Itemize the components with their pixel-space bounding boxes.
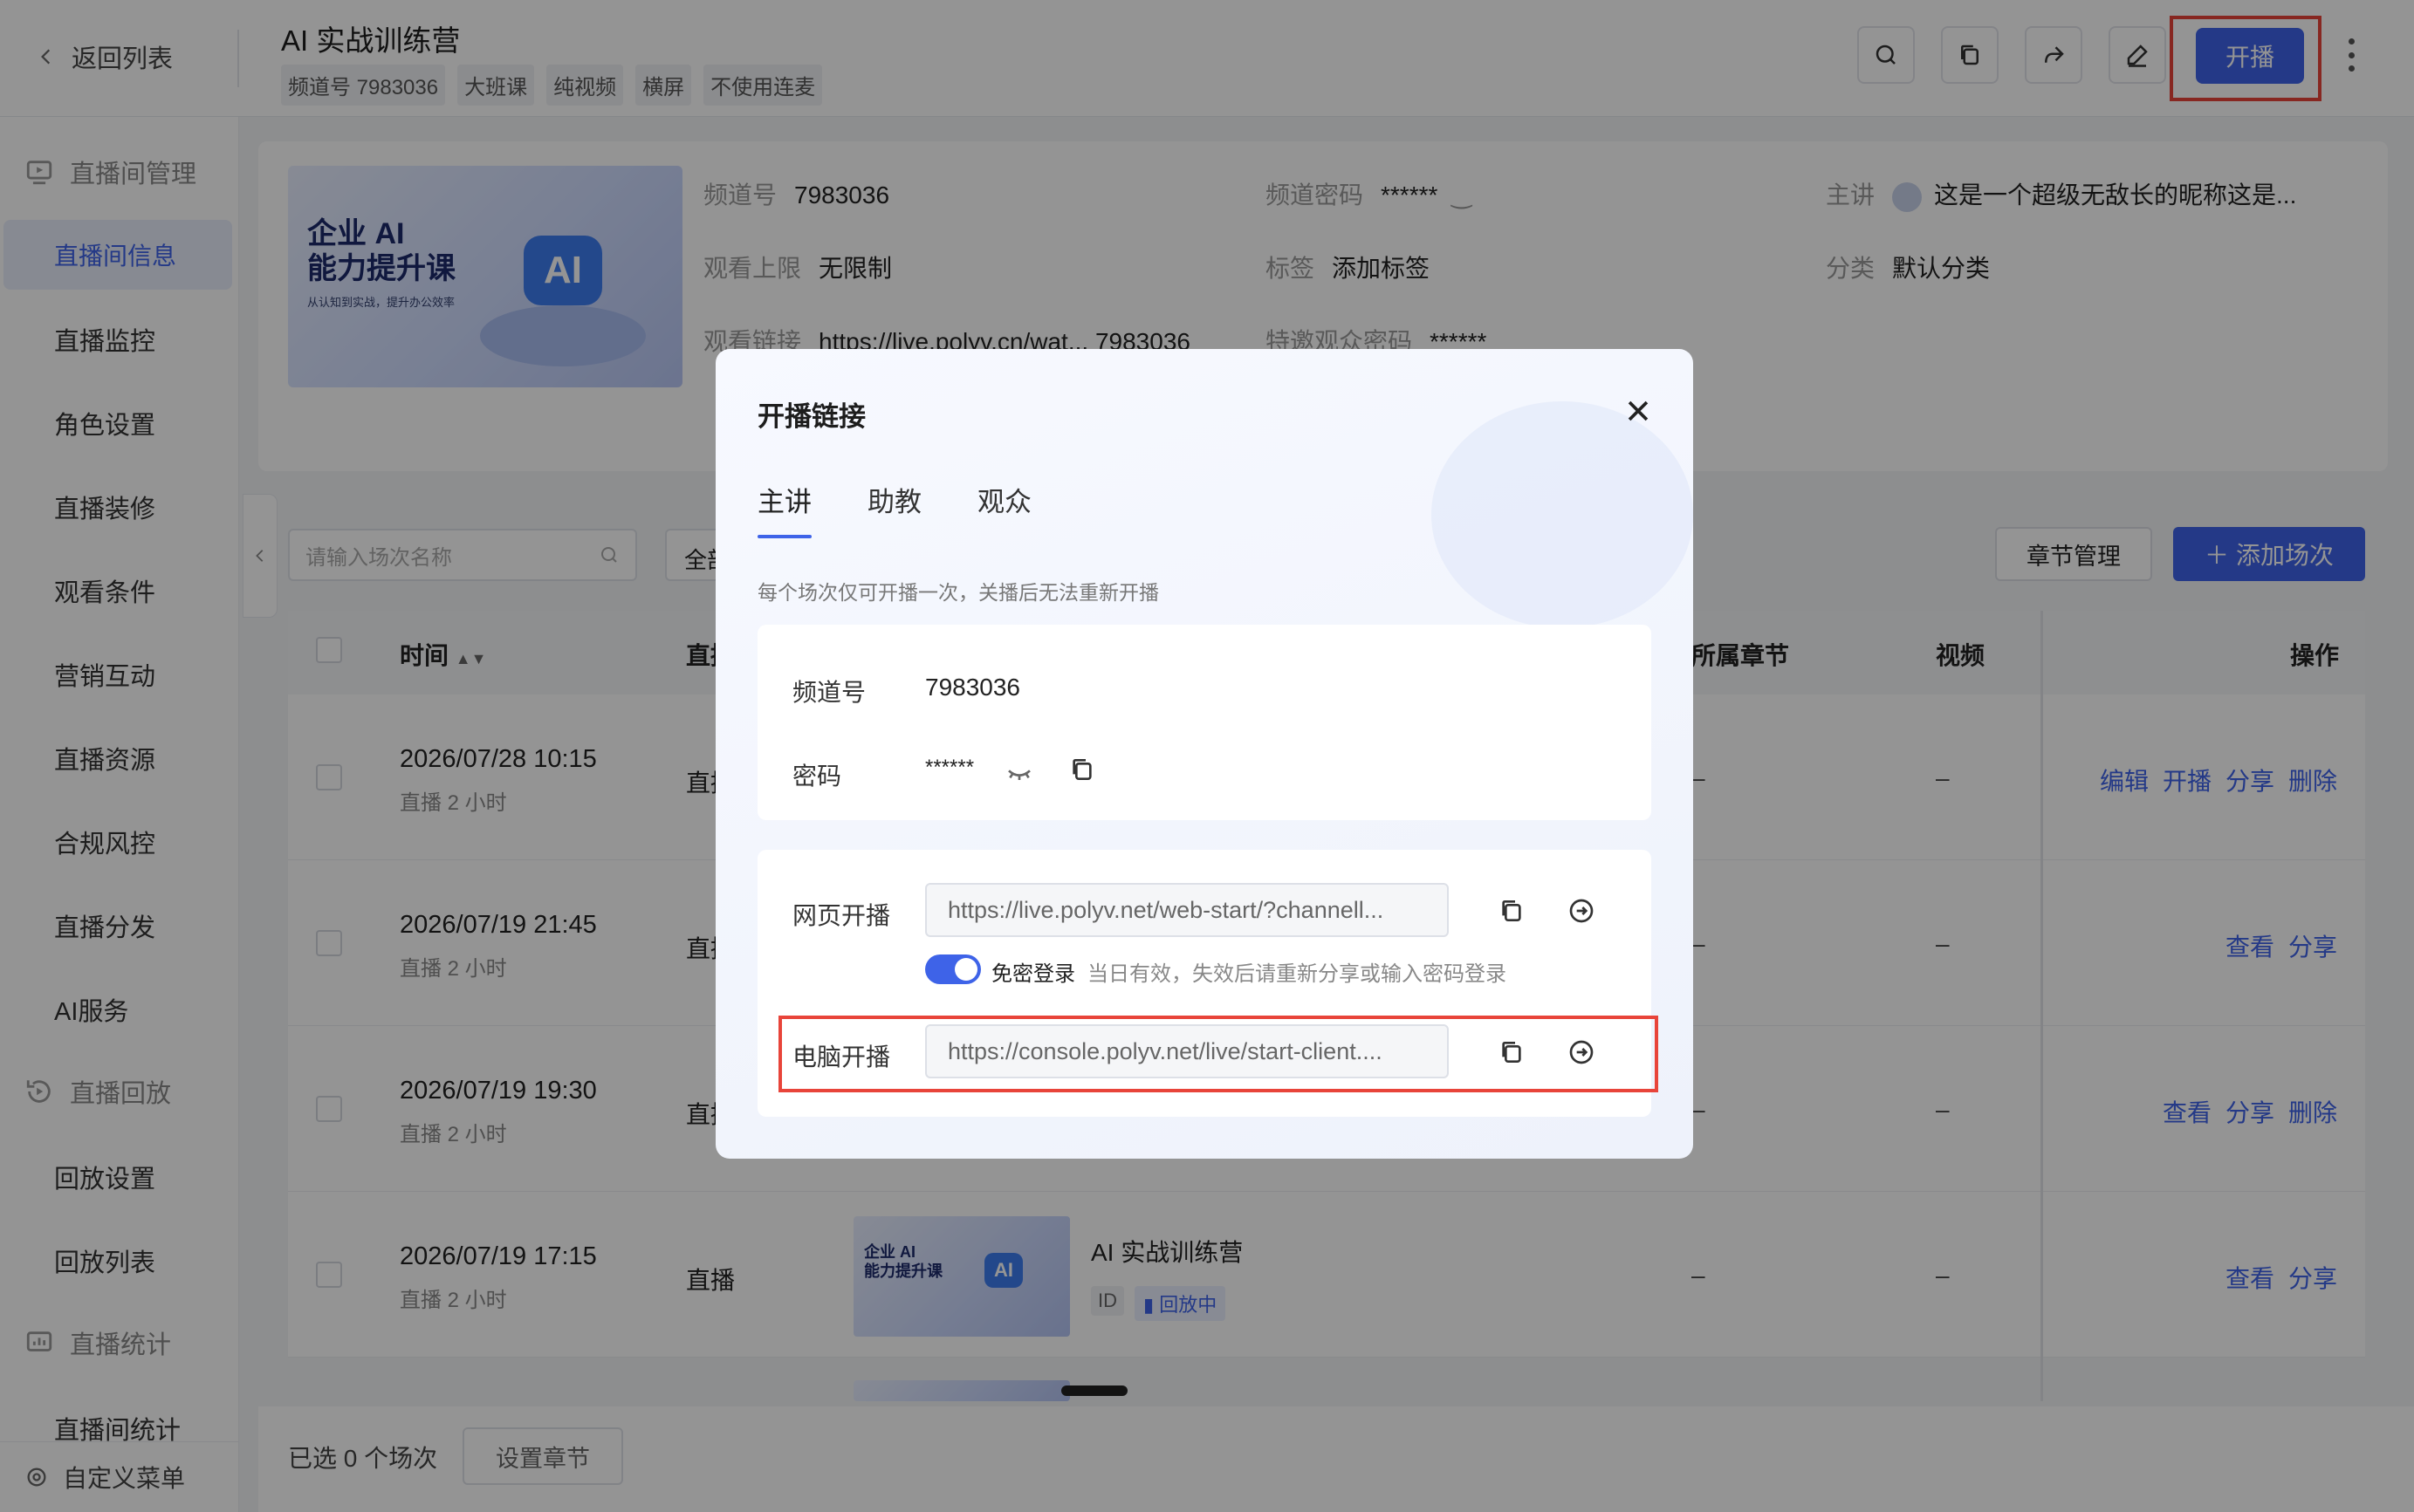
tab-assistant[interactable]: 助教 (868, 480, 922, 538)
web-start-label: 网页开播 (792, 902, 891, 929)
password-value: ****** (925, 756, 975, 779)
no-login-hint: 当日有效，失效后请重新分享或输入密码登录 (1087, 962, 1506, 986)
copy-icon[interactable] (1068, 756, 1096, 783)
tab-host[interactable]: 主讲 (758, 480, 812, 538)
open-link-icon[interactable] (1567, 897, 1595, 925)
channel-no-label: 频道号 (792, 679, 867, 706)
dialog-title: 开播链接 (758, 401, 866, 432)
close-icon[interactable] (1623, 396, 1653, 426)
credentials-card: 频道号 7983036 密码 ****** (758, 625, 1651, 820)
dialog-decoration (1431, 401, 1693, 628)
password-label: 密码 (792, 763, 842, 790)
tab-audience[interactable]: 观众 (977, 480, 1032, 538)
channel-no-value: 7983036 (925, 674, 1021, 701)
dialog-note: 每个场次仅可开播一次，关播后无法重新开播 (758, 581, 1159, 604)
role-tabs: 主讲 助教 观众 (758, 480, 1032, 538)
start-link-dialog: 开播链接 主讲 助教 观众 每个场次仅可开播一次，关播后无法重新开播 频道号 7… (716, 349, 1693, 1159)
highlight-box (778, 1016, 1658, 1092)
web-start-url-field[interactable]: https://live.polyv.net/web-start/?channe… (925, 883, 1449, 937)
no-login-toggle[interactable] (925, 954, 981, 984)
no-login-label: 免密登录 (991, 962, 1075, 986)
copy-icon[interactable] (1498, 897, 1526, 925)
eye-closed-icon[interactable] (1005, 759, 1033, 787)
